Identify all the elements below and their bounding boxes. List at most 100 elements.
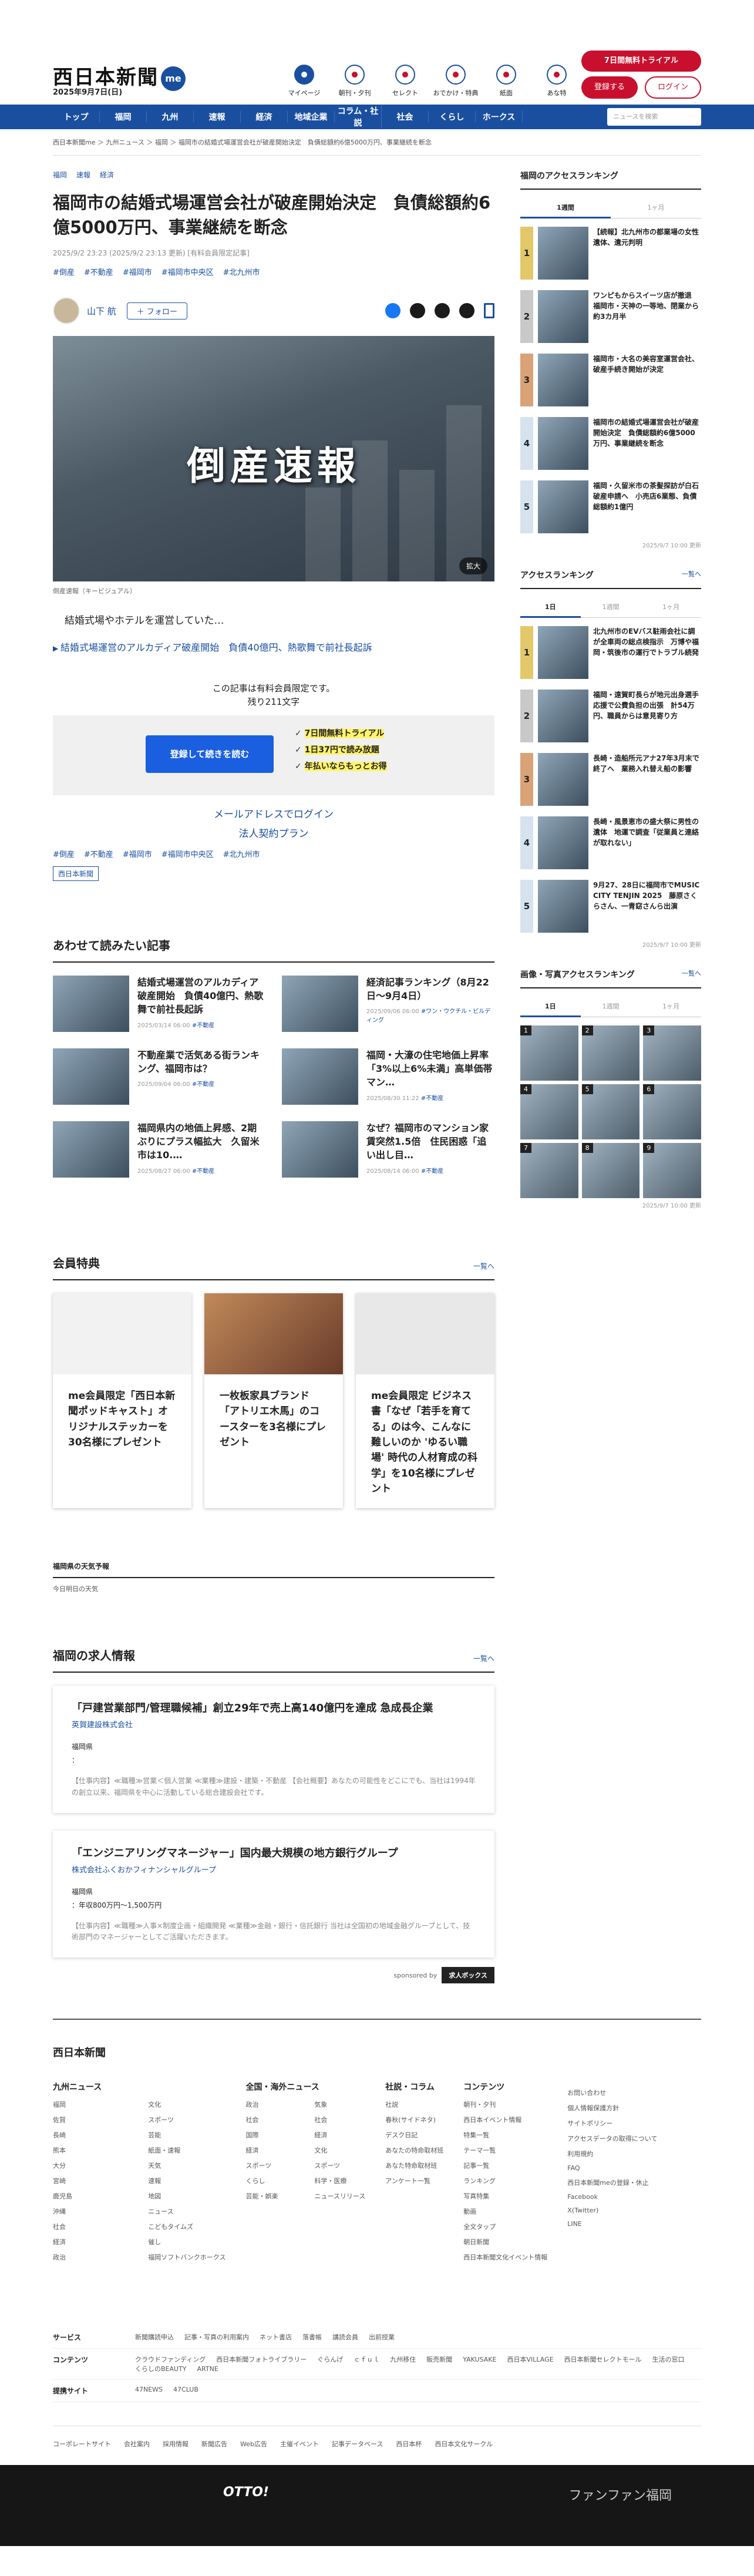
x-icon[interactable] bbox=[410, 303, 425, 319]
jobs-more-link[interactable]: 一覧へ bbox=[473, 1653, 494, 1663]
benefit-card[interactable]: 一枚板家具ブランド「アトリエ木馬」のコースターを3名様にプレゼント bbox=[204, 1293, 343, 1508]
footer-link[interactable]: 会社案内 bbox=[124, 2439, 150, 2449]
footer-link[interactable]: 生活の窓口 bbox=[652, 2356, 685, 2363]
footer-link[interactable]: ニュース bbox=[148, 2207, 225, 2216]
otto-logo[interactable]: OTTO! bbox=[223, 2485, 269, 2500]
nav-fukuoka[interactable]: 福岡 bbox=[100, 111, 147, 123]
footer-link[interactable]: 新聞広告 bbox=[201, 2439, 227, 2449]
tab-week[interactable]: 1週間 bbox=[580, 597, 641, 618]
ranking-item[interactable]: 1 北九州市のEVバス駐雨会社に調が全車両の総点検指示 万博や福岡・筑後市の運行で… bbox=[520, 626, 701, 679]
footer-link[interactable]: 西日本新聞フォトライブラリー bbox=[216, 2356, 307, 2363]
footer-link[interactable]: 出前授業 bbox=[369, 2333, 395, 2341]
tag-link[interactable]: #北九州市 bbox=[223, 850, 260, 859]
footer-link[interactable]: 落書帳 bbox=[302, 2333, 322, 2341]
footer-link[interactable]: 沖縄 bbox=[53, 2207, 130, 2216]
category-link[interactable]: 福岡 bbox=[53, 171, 67, 179]
paper-link[interactable]: 朝刊・夕刊 bbox=[329, 65, 380, 97]
photo-thumb[interactable]: 6 bbox=[643, 1084, 701, 1139]
category-link[interactable]: 経済 bbox=[100, 171, 114, 179]
kyujinbox-logo[interactable]: 求人ボックス bbox=[442, 1967, 494, 1984]
footer-link[interactable]: 政治 bbox=[245, 2100, 297, 2109]
footer-link[interactable]: 長崎 bbox=[53, 2130, 130, 2140]
photo-thumb[interactable]: 1 bbox=[520, 1025, 578, 1081]
benefit-card[interactable]: me会員限定「西日本新聞ポッドキャスト」オリジナルステッカーを30名様にプレゼン… bbox=[53, 1293, 191, 1508]
nav-kyushu[interactable]: 九州 bbox=[147, 111, 194, 123]
select-link[interactable]: セレクト bbox=[380, 65, 430, 97]
list-item[interactable]: 福岡県内の地価上昇感、2期ぶりにプラス幅拡大 久留米市は10.… 2025/08/… bbox=[53, 1121, 265, 1178]
footer-link[interactable]: スポーツ bbox=[148, 2115, 225, 2124]
ranking-item[interactable]: 4 長崎・風景恵市の盛大祭に男性の遺体 地運で調査「従業員と連絡が取れない」 bbox=[520, 816, 701, 869]
photo-more-link[interactable]: 一覧へ bbox=[682, 968, 701, 980]
footer-link[interactable]: 利用規約 bbox=[567, 2149, 657, 2158]
footer-link[interactable]: くらしのBEAUTY bbox=[135, 2365, 187, 2373]
photo-thumb[interactable]: 7 bbox=[520, 1143, 578, 1198]
footer-link[interactable]: 政治 bbox=[53, 2252, 130, 2262]
footer-link[interactable]: 経済 bbox=[314, 2130, 365, 2140]
footer-link[interactable]: ニュースリリース bbox=[314, 2191, 365, 2201]
footer-link[interactable]: 47CLUB bbox=[173, 2386, 198, 2393]
footer-link[interactable]: 社会 bbox=[53, 2222, 130, 2231]
footer-link[interactable]: 講読会員 bbox=[332, 2333, 358, 2341]
footer-link[interactable]: 主催イベント bbox=[280, 2439, 319, 2449]
footer-link[interactable]: ARTNE bbox=[197, 2365, 218, 2373]
footer-link[interactable]: 天気 bbox=[148, 2161, 225, 2170]
facebook-icon[interactable] bbox=[385, 303, 400, 319]
footer-link[interactable]: 紙面・速報 bbox=[148, 2145, 225, 2155]
trial-button[interactable]: 7日間無料トライアル bbox=[581, 51, 701, 72]
nav-keizai[interactable]: 経済 bbox=[241, 111, 288, 123]
footer-link[interactable]: YAKUSAKE bbox=[463, 2356, 496, 2363]
list-item[interactable]: なぜ？福岡市のマンション家賃突然1.5倍 住民困惑「追い出し目… 2025/08/… bbox=[282, 1121, 494, 1178]
footer-link[interactable]: 春秋(サイドネタ) bbox=[385, 2115, 443, 2124]
share-icon[interactable] bbox=[435, 303, 450, 319]
nav-kurashi[interactable]: くらし bbox=[429, 111, 476, 123]
source-badge[interactable]: 西日本新聞 bbox=[53, 866, 99, 882]
anatoku-link[interactable]: あな特 bbox=[531, 65, 582, 97]
footer-link[interactable]: 地図 bbox=[148, 2191, 225, 2201]
ranking-item[interactable]: 5 9月27、28日に福岡市でMUSIC CITY TENJIN 2025 藤原さ… bbox=[520, 880, 701, 933]
tag-link[interactable]: #福岡市 bbox=[123, 268, 152, 277]
footer-link[interactable]: 社説 bbox=[385, 2100, 443, 2109]
footer-link[interactable]: 採用情報 bbox=[163, 2439, 188, 2449]
benefit-card[interactable]: me会員限定 ビジネス書「なぜ「若手を育てる」のは今、こんなに難しいのか 'ゆる… bbox=[356, 1293, 494, 1508]
footer-link[interactable]: サイトポリシー bbox=[567, 2118, 657, 2128]
footer-link[interactable]: 西日本VILLAGE bbox=[507, 2356, 553, 2363]
footer-link[interactable]: 西日本新聞meの登録・休止 bbox=[567, 2178, 657, 2187]
footer-link[interactable]: 記事一覧 bbox=[463, 2161, 547, 2170]
footer-link[interactable]: 西日本新聞文化イベント情報 bbox=[463, 2252, 547, 2262]
mypage-link[interactable]: マイページ bbox=[279, 65, 329, 97]
footer-link[interactable]: 西日本文化サークル bbox=[435, 2439, 493, 2449]
footer-link[interactable]: 西日本杯 bbox=[396, 2439, 422, 2449]
photo-thumb[interactable]: 5 bbox=[581, 1084, 640, 1139]
corporate-plan-link[interactable]: 法人契約プラン bbox=[53, 825, 494, 840]
tag-link[interactable]: #福岡市 bbox=[123, 850, 152, 859]
footer-link[interactable]: 九州移住 bbox=[390, 2356, 416, 2363]
benefits-more-link[interactable]: 一覧へ bbox=[473, 1261, 494, 1271]
footer-link[interactable]: 新聞購読申込 bbox=[135, 2333, 174, 2341]
footer-link[interactable]: あなたの特命取材班 bbox=[385, 2145, 443, 2155]
footer-link[interactable]: 経済 bbox=[53, 2237, 130, 2247]
print-icon[interactable] bbox=[459, 303, 474, 319]
footer-link[interactable]: 科学・医療 bbox=[314, 2176, 365, 2185]
footer-link[interactable]: 宮崎 bbox=[53, 2176, 130, 2185]
footer-link[interactable]: FAQ bbox=[567, 2164, 657, 2172]
footer-link[interactable]: 西日本イベント情報 bbox=[463, 2115, 547, 2124]
footer-link[interactable]: 全文タップ bbox=[463, 2222, 547, 2231]
ranking-item[interactable]: 2 福岡・遠賀町長らが地元出身選手応援で公費負担の出張 計54万円、職員からは意見… bbox=[520, 690, 701, 742]
footer-link[interactable]: 朝刊・夕刊 bbox=[463, 2100, 547, 2109]
tag-link[interactable]: #不動産 bbox=[84, 850, 113, 859]
footer-link[interactable]: 大分 bbox=[53, 2161, 130, 2170]
nav-top[interactable]: トップ bbox=[53, 111, 100, 123]
footer-link[interactable]: 福岡 bbox=[53, 2100, 130, 2109]
nav-hawks[interactable]: ホークス bbox=[476, 111, 523, 123]
tag-link[interactable]: #倒産 bbox=[53, 268, 75, 277]
footer-link[interactable]: 社会 bbox=[245, 2115, 297, 2124]
nav-column[interactable]: コラム・社説 bbox=[335, 105, 382, 129]
footer-link[interactable]: ｃｆｕｌ bbox=[354, 2356, 379, 2363]
ranking-more-link[interactable]: 一覧へ bbox=[682, 569, 701, 581]
footer-link[interactable]: ランキング bbox=[463, 2176, 547, 2185]
footer-link[interactable]: LINE bbox=[567, 2220, 657, 2228]
photo-thumb[interactable]: 2 bbox=[581, 1025, 640, 1081]
job-card[interactable]: 「戸建営業部門/管理職候補」創立29年で売上高140億円を達成 急成長企業 英賀… bbox=[53, 1686, 494, 1813]
nav-sokuhou[interactable]: 速報 bbox=[194, 111, 241, 123]
zoom-button[interactable]: 拡大 bbox=[459, 557, 487, 575]
